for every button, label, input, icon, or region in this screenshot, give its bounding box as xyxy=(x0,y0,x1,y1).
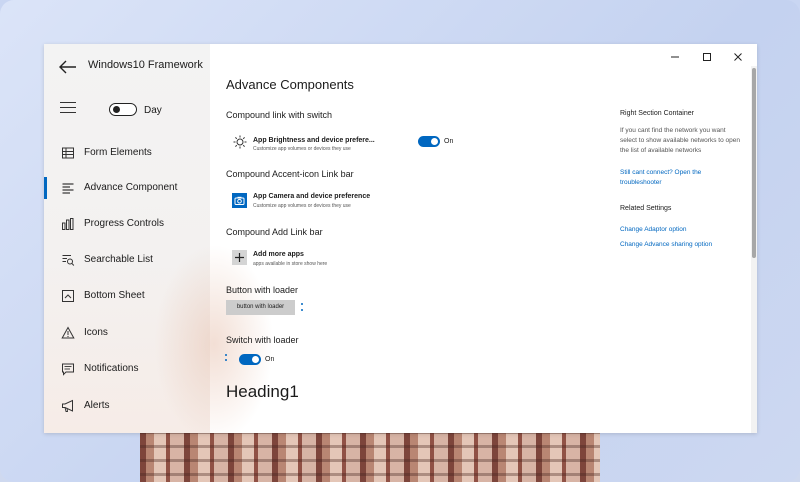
section-title-add: Compound Add Link bar xyxy=(226,227,323,237)
theme-label: Day xyxy=(144,105,162,116)
loader-button[interactable]: button with loader xyxy=(226,300,295,315)
sidebar-item-searchable-list[interactable]: Searchable List xyxy=(44,246,210,274)
right-section-text: If you cant find the network you want se… xyxy=(620,127,740,154)
sidebar-item-advance-component[interactable]: Advance Component xyxy=(44,174,210,202)
brightness-toggle-state: On xyxy=(444,138,454,145)
add-icon[interactable] xyxy=(232,250,247,265)
troubleshooter-link[interactable]: Still cant connect? Open the troubleshoo… xyxy=(620,168,740,188)
camera-row-title[interactable]: App Camera and device preference xyxy=(253,193,370,200)
related-settings-title: Related Settings xyxy=(620,205,672,212)
right-section-title: Right Section Container xyxy=(620,110,694,117)
sidebar-item-label: Progress Controls xyxy=(84,218,165,229)
switch-loading-spinner-icon xyxy=(224,354,228,364)
brightness-toggle[interactable] xyxy=(418,136,440,147)
sidebar-item-alerts[interactable]: Alerts xyxy=(44,392,210,420)
brightness-icon xyxy=(233,135,247,149)
notification-icon xyxy=(62,363,74,376)
add-apps-row-title[interactable]: Add more apps xyxy=(253,251,304,258)
loader-toggle[interactable] xyxy=(239,354,261,365)
app-title: Windows10 Framework xyxy=(88,59,203,71)
hamburger-menu-icon[interactable] xyxy=(60,102,76,116)
sidebar-item-notifications[interactable]: Notifications xyxy=(44,355,210,383)
table-icon xyxy=(62,147,74,159)
sidebar-item-label: Icons xyxy=(84,327,108,338)
add-apps-row-subtitle: apps available in store show here xyxy=(253,261,328,267)
heading1: Heading1 xyxy=(226,382,299,401)
loader-toggle-state: On xyxy=(265,356,275,363)
sidebar-item-label: Searchable List xyxy=(84,254,153,265)
sidebar-item-bottom-sheet[interactable]: Bottom Sheet xyxy=(44,282,210,310)
brightness-row-subtitle: Customize app volumes or devices they us… xyxy=(253,146,351,152)
sidebar-item-label: Alerts xyxy=(84,400,110,411)
search-list-icon xyxy=(62,255,75,266)
loading-spinner-icon xyxy=(300,303,304,313)
minimize-icon[interactable] xyxy=(668,50,682,64)
page-title: Advance Components xyxy=(226,77,354,92)
sidebar-item-label: Advance Component xyxy=(84,182,178,193)
sidebar-item-icons[interactable]: Icons xyxy=(44,319,210,347)
sidebar-item-label: Bottom Sheet xyxy=(84,290,145,301)
section-title-switch: Compound link with switch xyxy=(226,110,333,120)
bar-chart-icon xyxy=(62,218,74,230)
section-title-switch-loader: Switch with loader xyxy=(226,335,299,345)
close-icon[interactable] xyxy=(731,50,745,64)
scrollbar-thumb[interactable] xyxy=(752,68,756,258)
sidebar-item-progress-controls[interactable]: Progress Controls xyxy=(44,210,210,238)
sidebar-item-label: Form Elements xyxy=(84,147,152,158)
theme-toggle[interactable] xyxy=(109,103,137,116)
app-window: Windows10 Framework Day Form Elements Ad… xyxy=(44,44,757,433)
change-adaptor-link[interactable]: Change Adaptor option xyxy=(620,225,740,235)
brightness-row-title[interactable]: App Brightness and device prefere... xyxy=(253,137,375,144)
active-indicator xyxy=(44,177,47,199)
warning-icon xyxy=(61,326,75,339)
desktop-background: Windows10 Framework Day Form Elements Ad… xyxy=(0,0,800,482)
section-title-accent: Compound Accent-icon Link bar xyxy=(226,169,354,179)
bottom-sheet-icon xyxy=(62,290,74,302)
main-content: Advance Components Compound link with sw… xyxy=(210,44,757,433)
camera-icon xyxy=(232,193,247,208)
maximize-icon[interactable] xyxy=(700,50,714,64)
sidebar-item-form-elements[interactable]: Form Elements xyxy=(44,139,210,167)
camera-row-subtitle: Customize app volumes or devices they us… xyxy=(253,203,351,209)
list-icon xyxy=(62,183,74,194)
section-title-button-loader: Button with loader xyxy=(226,285,299,295)
sidebar-item-label: Notifications xyxy=(84,363,139,374)
megaphone-icon xyxy=(62,399,73,412)
back-arrow-icon[interactable] xyxy=(58,58,78,76)
sidebar: Windows10 Framework Day Form Elements Ad… xyxy=(44,44,274,433)
change-sharing-link[interactable]: Change Advance sharing option xyxy=(620,240,740,250)
